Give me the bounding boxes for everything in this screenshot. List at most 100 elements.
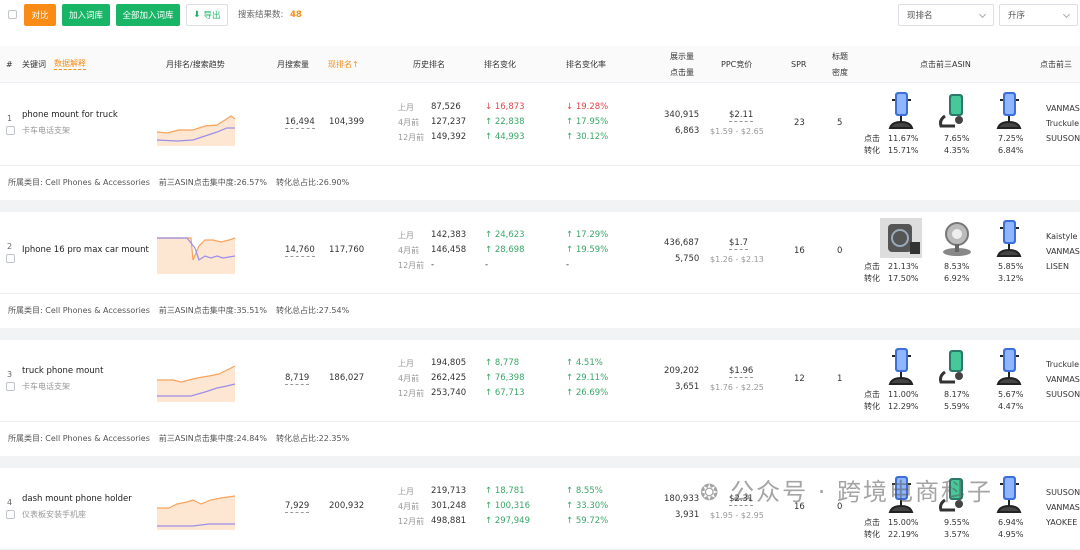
asin-thumbnail[interactable] xyxy=(935,346,977,386)
keyword-link[interactable]: dash mount phone holder xyxy=(22,493,132,506)
top-brand[interactable]: VANMAS xyxy=(1046,102,1080,115)
asin-conv-label: 转化 xyxy=(864,402,880,411)
compare-button[interactable]: 对比 xyxy=(24,4,56,26)
col-rank-now[interactable]: 现排名↑ xyxy=(328,58,359,71)
rank-change-rate-value: ↑ 8.55% xyxy=(566,486,603,496)
top-brand[interactable]: VANMAS xyxy=(1046,245,1080,258)
rank-now-value: 200,932 xyxy=(329,501,365,511)
add-all-to-library-button[interactable]: 全部加入词库 xyxy=(116,4,180,26)
monthly-search-value[interactable]: 16,494 xyxy=(285,116,315,129)
col-history-rank: 历史排名 xyxy=(413,60,445,69)
history-rank-value: 194,805 xyxy=(431,358,467,368)
conversion-share-text: 转化总占比:22.35% xyxy=(275,434,350,443)
monthly-search-value[interactable]: 8,719 xyxy=(285,372,310,385)
asin-conv-label: 转化 xyxy=(864,274,880,283)
clicks-value: 3,651 xyxy=(675,382,700,392)
col-spr[interactable]: SPR xyxy=(791,58,806,71)
toolbar: 对比 加入词库 全部加入词库 ⬇ 导出 搜索结果数: 48 现排名 升序 xyxy=(0,0,1080,32)
trend-chart[interactable] xyxy=(157,486,237,532)
rank-trend-area xyxy=(157,238,235,274)
history-period-label: 4月前 xyxy=(398,374,420,383)
asin-thumbnail[interactable] xyxy=(880,218,922,258)
asin-thumbnail[interactable] xyxy=(988,346,1030,386)
row-checkbox[interactable] xyxy=(6,382,15,391)
result-count: 48 xyxy=(290,10,302,20)
keyword-link[interactable]: Iphone 16 pro max car mount xyxy=(22,244,149,257)
col-monthly-search[interactable]: 月搜索量 xyxy=(277,58,309,71)
monthly-search-value[interactable]: 7,929 xyxy=(285,500,310,513)
rank-change-rate-value: - xyxy=(566,260,570,270)
history-period-label: 12月前 xyxy=(398,517,425,526)
download-icon: ⬇ xyxy=(193,10,201,20)
top-brand[interactable]: SUUSON xyxy=(1046,132,1080,145)
top-brand[interactable]: Truckule xyxy=(1046,117,1079,130)
table-row: 2 Iphone 16 pro max car mount 14,760 117,76… xyxy=(0,212,1080,294)
asin-thumbnail[interactable] xyxy=(988,90,1030,130)
title-density-value: 5 xyxy=(837,118,843,128)
rank-change-value: ↑ 67,713 xyxy=(485,388,525,398)
sort-order-select[interactable]: 升序 xyxy=(999,4,1078,26)
top-brand[interactable]: SUUSON xyxy=(1046,388,1080,401)
asin-conv-share: 4.35% xyxy=(944,146,970,155)
add-to-library-button[interactable]: 加入词库 xyxy=(62,4,110,26)
ppc-range: $1.76 - $2.25 xyxy=(710,383,764,392)
ppc-range: $1.26 - $2.13 xyxy=(710,255,764,264)
table-header: # 关键词 数据解释 月排名/搜索趋势 月搜索量 现排名↑ 历史排名 排名变化 … xyxy=(0,46,1080,83)
ppc-value[interactable]: $1.7 xyxy=(729,237,748,250)
history-rank-value: 219,713 xyxy=(431,486,467,496)
col-clicks[interactable]: 点击量 xyxy=(670,66,694,79)
trend-chart[interactable] xyxy=(157,230,237,276)
history-rank-value: 498,881 xyxy=(431,516,467,526)
ppc-value[interactable]: $2.11 xyxy=(729,109,754,122)
sort-field-select[interactable]: 现排名 xyxy=(898,4,994,26)
row-checkbox[interactable] xyxy=(6,254,15,263)
history-rank-value: 253,740 xyxy=(431,388,467,398)
trend-chart[interactable] xyxy=(157,358,237,404)
asin-thumbnail[interactable] xyxy=(988,218,1030,258)
rank-change-value: ↑ 297,949 xyxy=(485,516,530,526)
col-impressions[interactable]: 展示量 xyxy=(670,50,694,63)
top-brand[interactable]: SUUSON xyxy=(1046,486,1080,499)
trend-chart[interactable] xyxy=(157,102,237,148)
row-checkbox[interactable] xyxy=(6,126,15,135)
col-ppc[interactable]: PPC竞价 xyxy=(721,58,752,71)
keyword-link[interactable]: phone mount for truck xyxy=(22,109,118,122)
col-rank-change-rate[interactable]: 排名变化率 xyxy=(566,58,606,71)
rank-change-rate-value: ↑ 59.72% xyxy=(566,516,609,526)
asin-conv-label: 转化 xyxy=(864,530,880,539)
rank-change-rate-value: ↑ 19.59% xyxy=(566,245,609,255)
history-rank-value: 87,526 xyxy=(431,102,461,112)
history-period-label: 12月前 xyxy=(398,389,425,398)
col-title-density-2[interactable]: 密度 xyxy=(832,66,848,79)
col-title-density[interactable]: 标题 xyxy=(832,50,848,63)
table-row: 3 truck phone mount 卡车电话支架 8,719 186,027 上月 19… xyxy=(0,340,1080,422)
asin-thumbnail[interactable] xyxy=(988,474,1030,514)
top-brand[interactable]: Truckule xyxy=(1046,358,1079,371)
ppc-value[interactable]: $1.96 xyxy=(729,365,754,378)
rank-change-value: ↑ 76,398 xyxy=(485,373,525,383)
export-button[interactable]: ⬇ 导出 xyxy=(186,4,228,26)
impressions-value: 209,202 xyxy=(664,366,700,376)
top3-concentration-text: 前三ASIN点击集中度:26.57% xyxy=(158,178,267,187)
col-rank-change[interactable]: 排名变化 xyxy=(484,58,516,71)
asin-thumbnail[interactable] xyxy=(880,346,922,386)
history-rank-value: 127,237 xyxy=(431,117,467,127)
keyword-link[interactable]: truck phone mount xyxy=(22,365,103,378)
row-checkbox[interactable] xyxy=(6,510,15,519)
top3-concentration-text: 前三ASIN点击集中度:35.51% xyxy=(158,306,267,315)
monthly-search-value[interactable]: 14,760 xyxy=(285,244,315,257)
select-all-checkbox[interactable] xyxy=(8,10,17,19)
top-brand[interactable]: YAOKEE xyxy=(1046,516,1077,529)
top-brand[interactable]: LISEN xyxy=(1046,260,1069,273)
asin-thumbnail[interactable] xyxy=(935,90,977,130)
data-explain-link[interactable]: 数据解释 xyxy=(54,58,86,70)
asin-thumbnail[interactable] xyxy=(880,90,922,130)
asin-thumbnail[interactable] xyxy=(935,218,977,258)
col-keyword[interactable]: 关键词 xyxy=(22,58,46,71)
history-rank-value: 301,248 xyxy=(431,501,467,511)
impressions-value: 340,915 xyxy=(664,110,700,120)
top-brand[interactable]: Kaistyle xyxy=(1046,230,1077,243)
asin-conv-share: 4.95% xyxy=(998,530,1024,539)
top-brand[interactable]: VANMAS xyxy=(1046,373,1080,386)
top-brand[interactable]: VANMAS xyxy=(1046,501,1080,514)
